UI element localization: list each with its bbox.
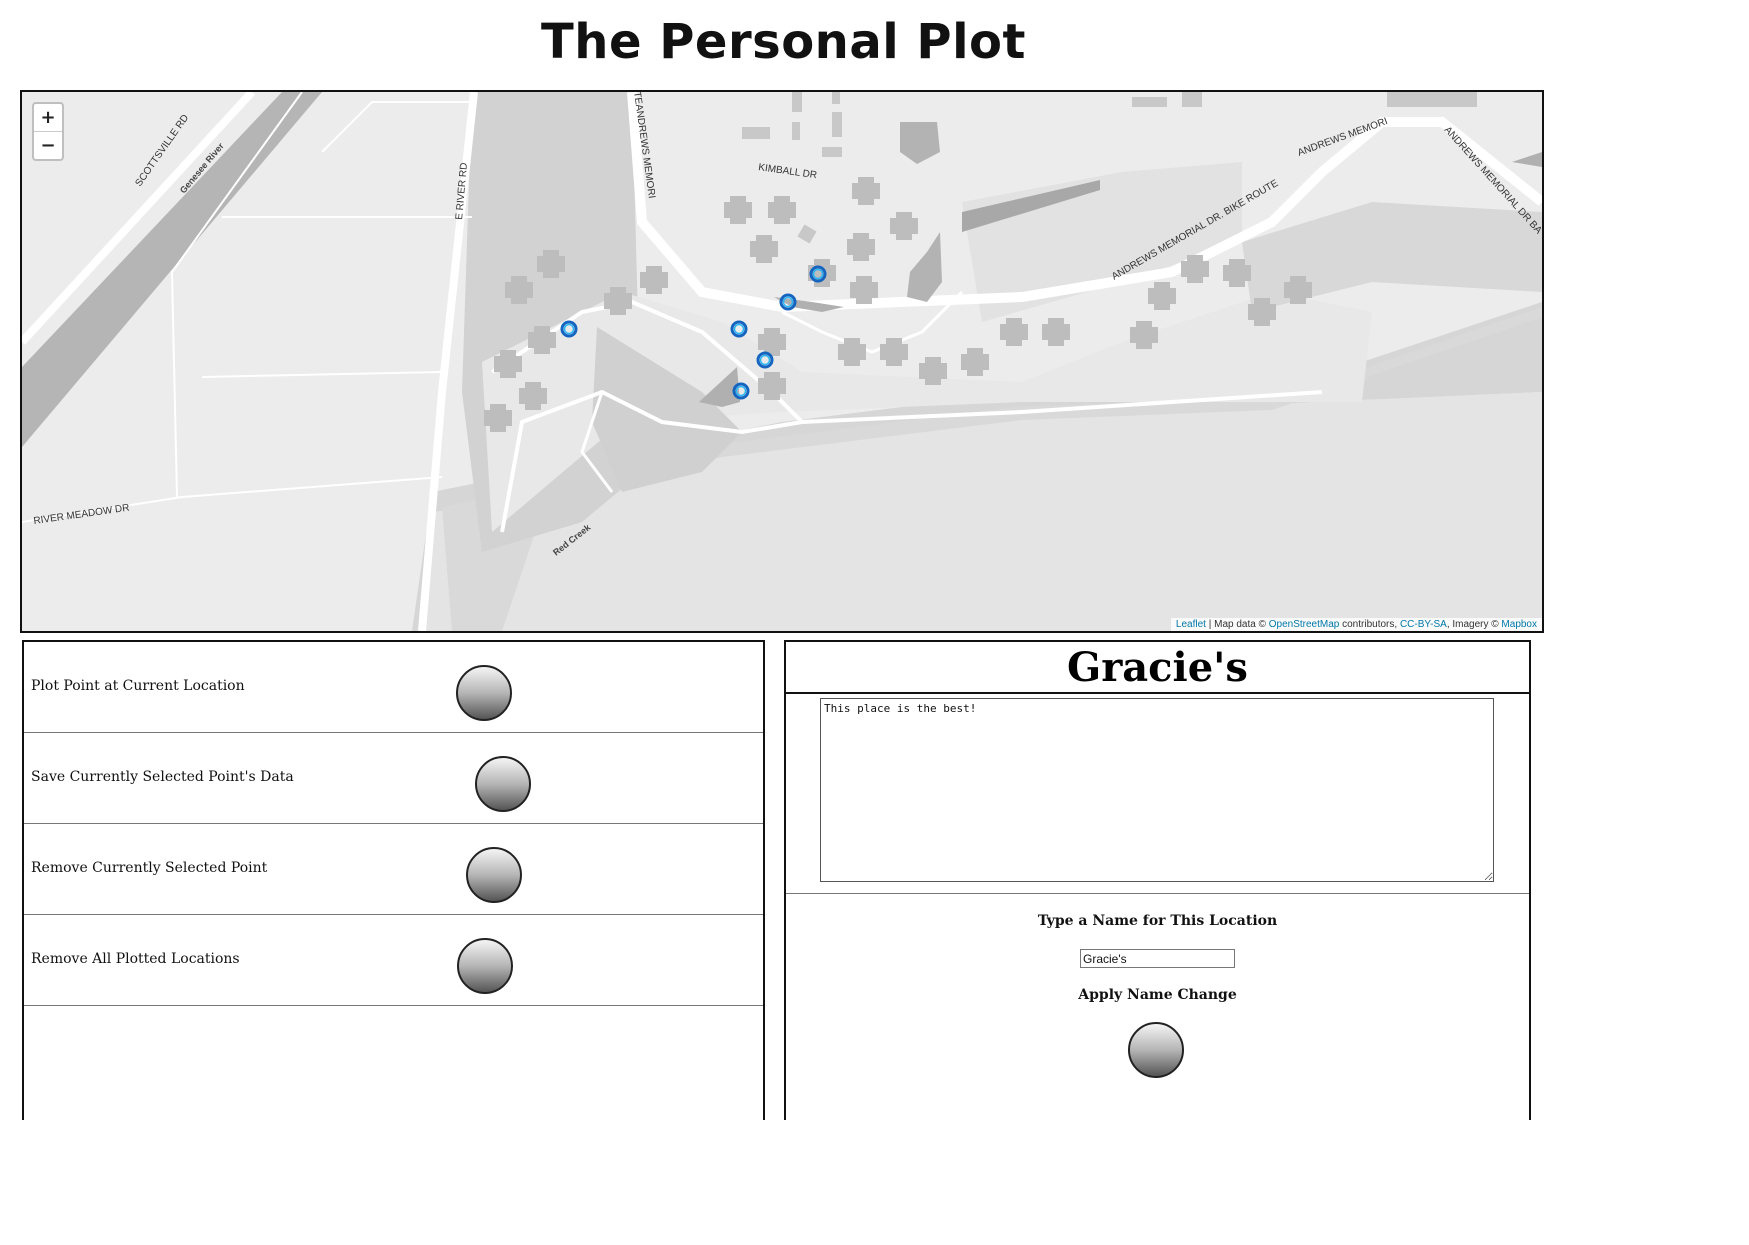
divider [786, 893, 1529, 894]
page-title: The Personal Plot [541, 14, 1026, 70]
zoom-out-button[interactable]: − [34, 131, 62, 159]
save-point-button[interactable] [475, 756, 531, 812]
license-link[interactable]: CC-BY-SA [1400, 619, 1447, 630]
location-detail-panel: Gracie's This place is the best! Type a … [784, 640, 1531, 1120]
map-attribution: Leaflet | Map data © OpenStreetMap contr… [1170, 618, 1542, 631]
control-row-save: Save Currently Selected Point's Data [24, 733, 763, 824]
leaflet-link[interactable]: Leaflet [1176, 619, 1206, 630]
map-tiles[interactable]: SCOTTSVILLE RD Genesee River E RIVER RD … [22, 92, 1542, 631]
mapbox-link[interactable]: Mapbox [1501, 619, 1537, 630]
remove-point-label: Remove Currently Selected Point [31, 860, 268, 876]
plot-point-label: Plot Point at Current Location [31, 678, 245, 694]
control-row-remove-all: Remove All Plotted Locations [24, 915, 763, 1006]
control-row-plot: Plot Point at Current Location [24, 642, 763, 733]
plot-point-button[interactable] [456, 665, 512, 721]
remove-all-button[interactable] [457, 938, 513, 994]
location-name-heading: Gracie's [786, 642, 1529, 694]
apply-name-button[interactable] [1128, 1022, 1184, 1078]
apply-name-label: Apply Name Change [1078, 987, 1237, 1003]
remove-all-label: Remove All Plotted Locations [31, 951, 240, 967]
osm-link[interactable]: OpenStreetMap [1269, 619, 1340, 630]
location-notes-textarea[interactable]: This place is the best! [820, 698, 1494, 882]
control-row-remove: Remove Currently Selected Point [24, 824, 763, 915]
save-point-label: Save Currently Selected Point's Data [31, 769, 294, 785]
name-prompt-label: Type a Name for This Location [1037, 913, 1278, 929]
remove-point-button[interactable] [466, 847, 522, 903]
map[interactable]: SCOTTSVILLE RD Genesee River E RIVER RD … [20, 90, 1544, 633]
zoom-in-button[interactable]: + [34, 104, 62, 131]
zoom-control: + − [32, 102, 64, 161]
controls-panel: Plot Point at Current Location Save Curr… [22, 640, 765, 1120]
location-name-input[interactable] [1080, 949, 1235, 968]
